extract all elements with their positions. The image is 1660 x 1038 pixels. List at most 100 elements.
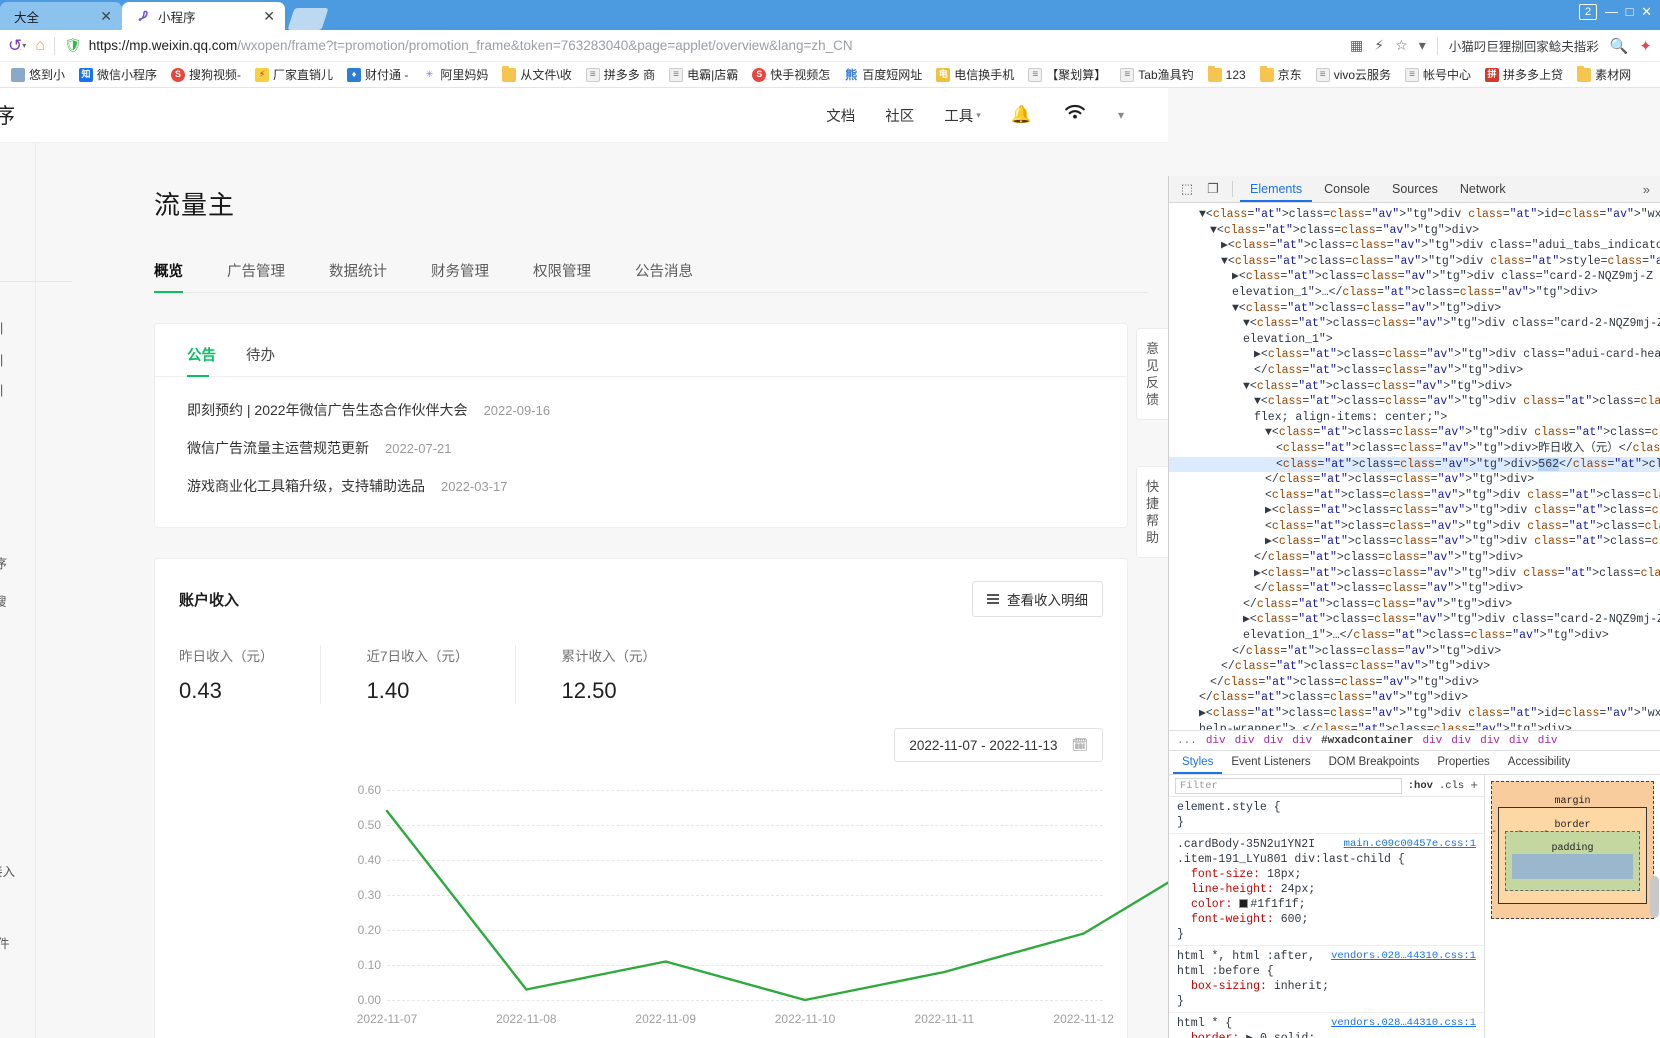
css-prop[interactable]: font-size: 18px;: [1177, 867, 1476, 882]
bookmark-item[interactable]: ≡ 【聚划算】: [1021, 64, 1113, 86]
quick-help-tab[interactable]: 快捷帮助: [1136, 466, 1168, 558]
dom-tree-line[interactable]: <class="at">class=class="av">"tg">div>56…: [1169, 456, 1660, 473]
ann-tab-notice[interactable]: 公告: [187, 344, 216, 377]
new-tab-button[interactable]: [287, 8, 329, 30]
rail-label-1[interactable]: |: [0, 353, 3, 367]
tab-announcements[interactable]: 公告消息: [635, 260, 693, 292]
css-source-link[interactable]: vendors.028…44310.css:1: [1331, 949, 1476, 964]
dom-tree-line[interactable]: ▼<class="at">class=class="av">"tg">div c…: [1169, 207, 1660, 223]
dom-tree-line[interactable]: ▶<class="at">class=class="av">"tg">div c…: [1169, 534, 1660, 550]
hov-toggle[interactable]: :hov: [1408, 780, 1433, 792]
dom-tree-line[interactable]: </class="at">class=class="av">"tg">div>: [1169, 363, 1660, 379]
browser-tab-0[interactable]: 大全 ✕: [0, 2, 122, 30]
dom-tree-line[interactable]: </class="at">class=class="av">"tg">div>: [1169, 675, 1660, 691]
wifi-icon[interactable]: [1062, 102, 1088, 128]
bookmark-item[interactable]: 123: [1201, 64, 1253, 86]
subtab-properties[interactable]: Properties: [1428, 751, 1498, 774]
css-rule[interactable]: element.style { }: [1169, 797, 1484, 834]
dom-tree-line[interactable]: </class="at">class=class="av">"tg">div>: [1169, 581, 1660, 597]
rail-label-3[interactable]: 程序: [0, 553, 7, 572]
styles-scrollbar[interactable]: [1650, 876, 1659, 918]
inspect-cursor-icon[interactable]: ⬚: [1175, 178, 1199, 200]
css-prop[interactable]: box-sizing: inherit;: [1177, 979, 1476, 994]
breadcrumb-item[interactable]: div: [1422, 735, 1442, 747]
dom-tree-line[interactable]: ▶<class="at">class=class="av">"tg">div c…: [1169, 269, 1660, 285]
bookmark-item[interactable]: ≡ 拼多多 商: [579, 64, 662, 86]
css-rule[interactable]: main.c09c00457e.css:1 .cardBody-35N2u1YN…: [1169, 834, 1484, 946]
home-icon[interactable]: ⌂: [35, 37, 45, 55]
dom-tree-line[interactable]: ▼<class="at">class=class="av">"tg">div c…: [1169, 254, 1660, 270]
bookmark-item[interactable]: ≡ 帐号中心: [1398, 64, 1478, 86]
dom-tree-line[interactable]: ▼<class="at">class=class="av">"tg">div c…: [1169, 316, 1660, 332]
dom-tree-line[interactable]: ▼<class="at">class=class="av">"tg">div c…: [1169, 425, 1660, 441]
profile-label[interactable]: 小猫叼巨狸捌回家鲶夫揩彩: [1449, 36, 1599, 55]
breadcrumb-item[interactable]: div: [1509, 735, 1529, 747]
bookmark-item[interactable]: ≡ Tab渔具钓: [1113, 64, 1200, 86]
view-income-detail-button[interactable]: 查看收入明细: [972, 581, 1103, 617]
bell-icon[interactable]: 🔔: [1011, 105, 1032, 125]
dom-tree-line[interactable]: help-wrapper">…</class="at">class=class=…: [1169, 722, 1660, 730]
dom-tree-line[interactable]: elevation_1">: [1169, 332, 1660, 348]
css-rule[interactable]: vendors.028…44310.css:1 html *, html :af…: [1169, 946, 1484, 1013]
device-toolbar-icon[interactable]: ❐: [1201, 178, 1225, 200]
tab-ad-management[interactable]: 广告管理: [227, 260, 285, 292]
bookmark-item[interactable]: ♦ 财付通 -: [340, 64, 415, 86]
tab-permissions[interactable]: 权限管理: [533, 260, 591, 292]
search-icon[interactable]: 🔍: [1610, 37, 1629, 55]
nav-tools[interactable]: 工具 ▾: [944, 105, 981, 126]
dom-tree-line[interactable]: ▶<class="at">class=class="av">"tg">div c…: [1169, 612, 1660, 628]
nav-community[interactable]: 社区: [885, 105, 914, 126]
dom-tree-line[interactable]: ▼<class="at">class=class="av">"tg">div>: [1169, 223, 1660, 239]
box-model-content[interactable]: [1512, 854, 1633, 879]
dom-tree-line[interactable]: ▶<class="at">class=class="av">"tg">div c…: [1169, 238, 1660, 254]
bookmark-item[interactable]: 熊百度短网址: [837, 64, 929, 86]
dom-tree-line[interactable]: ▶<class="at">class=class="av">"tg">div c…: [1169, 566, 1660, 582]
bookmark-item[interactable]: S 快手视频怎: [745, 64, 837, 86]
dom-tree-line[interactable]: ▶<class="at">class=class="av">"tg">div c…: [1169, 706, 1660, 722]
dom-tree-line[interactable]: </class="at">class=class="av">"tg">div>: [1169, 597, 1660, 613]
css-prop[interactable]: line-height: 24px;: [1177, 882, 1476, 897]
rail-label-0[interactable]: |: [0, 321, 3, 335]
breadcrumb-item[interactable]: div: [1480, 735, 1500, 747]
grid-icon[interactable]: ▦: [1350, 37, 1363, 54]
window-buttons[interactable]: — □ ✕: [1605, 4, 1654, 20]
extension-icon[interactable]: ✦: [1639, 37, 1652, 55]
rail-label-5[interactable]: 接入: [0, 861, 15, 880]
close-icon[interactable]: ✕: [96, 9, 112, 23]
css-prop[interactable]: color: #1f1f1f;: [1177, 897, 1476, 912]
bookmark-item[interactable]: ⚡ 厂家直销儿: [248, 64, 340, 86]
feedback-tab[interactable]: 意见反馈: [1136, 328, 1168, 420]
list-item[interactable]: 游戏商业化工具箱升级，支持辅助选品 2022-03-17: [187, 467, 1095, 505]
breadcrumb-item[interactable]: div: [1292, 735, 1312, 747]
bookmark-item[interactable]: 京东: [1253, 64, 1309, 86]
box-model-margin[interactable]: margin border padding: [1491, 781, 1654, 919]
dom-tree-line[interactable]: ▼<class="at">class=class="av">"tg">div>: [1169, 379, 1660, 395]
subtab-styles[interactable]: Styles: [1173, 751, 1223, 774]
subtab-accessibility[interactable]: Accessibility: [1499, 751, 1580, 774]
dom-tree-line[interactable]: ▶<class="at">class=class="av">"tg">div c…: [1169, 347, 1660, 363]
close-icon[interactable]: ✕: [259, 9, 275, 23]
css-prop[interactable]: border: ▶ 0 solid;: [1177, 1031, 1476, 1038]
devtools-tab-console[interactable]: Console: [1314, 176, 1380, 202]
dom-tree-line[interactable]: </class="at">class=class="av">"tg">div>: [1169, 644, 1660, 660]
devtools-tab-elements[interactable]: Elements: [1240, 176, 1313, 202]
devtools-tab-network[interactable]: Network: [1450, 176, 1516, 202]
chevron-right-icon[interactable]: »: [1643, 182, 1654, 197]
dom-tree-line[interactable]: elevation_1">…</class="at">class=class="…: [1169, 285, 1660, 301]
back-arrow-icon[interactable]: ↺ ▾: [8, 36, 26, 56]
list-item[interactable]: 即刻预约 | 2022年微信广告生态合作伙伴大会 2022-09-16: [187, 391, 1095, 429]
rail-label-2[interactable]: |: [0, 383, 3, 397]
css-prop[interactable]: font-weight: 600;: [1177, 912, 1476, 927]
bookmark-item[interactable]: 知微信小程序: [72, 64, 164, 86]
css-source-link[interactable]: vendors.028…44310.css:1: [1331, 1016, 1476, 1031]
bookmark-item[interactable]: 拼拼多多上贷: [1478, 64, 1570, 86]
account-chevron-down-icon[interactable]: ▾: [1118, 108, 1124, 122]
browser-tab-1[interactable]: 小程序 ✕: [122, 2, 285, 30]
dom-tree[interactable]: ▼<class="at">class=class="av">"tg">div c…: [1169, 203, 1660, 730]
subtab-dom-breakpoints[interactable]: DOM Breakpoints: [1320, 751, 1429, 774]
breadcrumb-item[interactable]: ...: [1177, 735, 1197, 747]
bookmark-item[interactable]: 素材网: [1570, 64, 1638, 86]
breadcrumb-item[interactable]: div: [1538, 735, 1558, 747]
dom-tree-line[interactable]: ▼<class="at">class=class="av">"tg">div>: [1169, 301, 1660, 317]
bookmark-item[interactable]: ≡ 电霸|店霸: [662, 64, 745, 86]
